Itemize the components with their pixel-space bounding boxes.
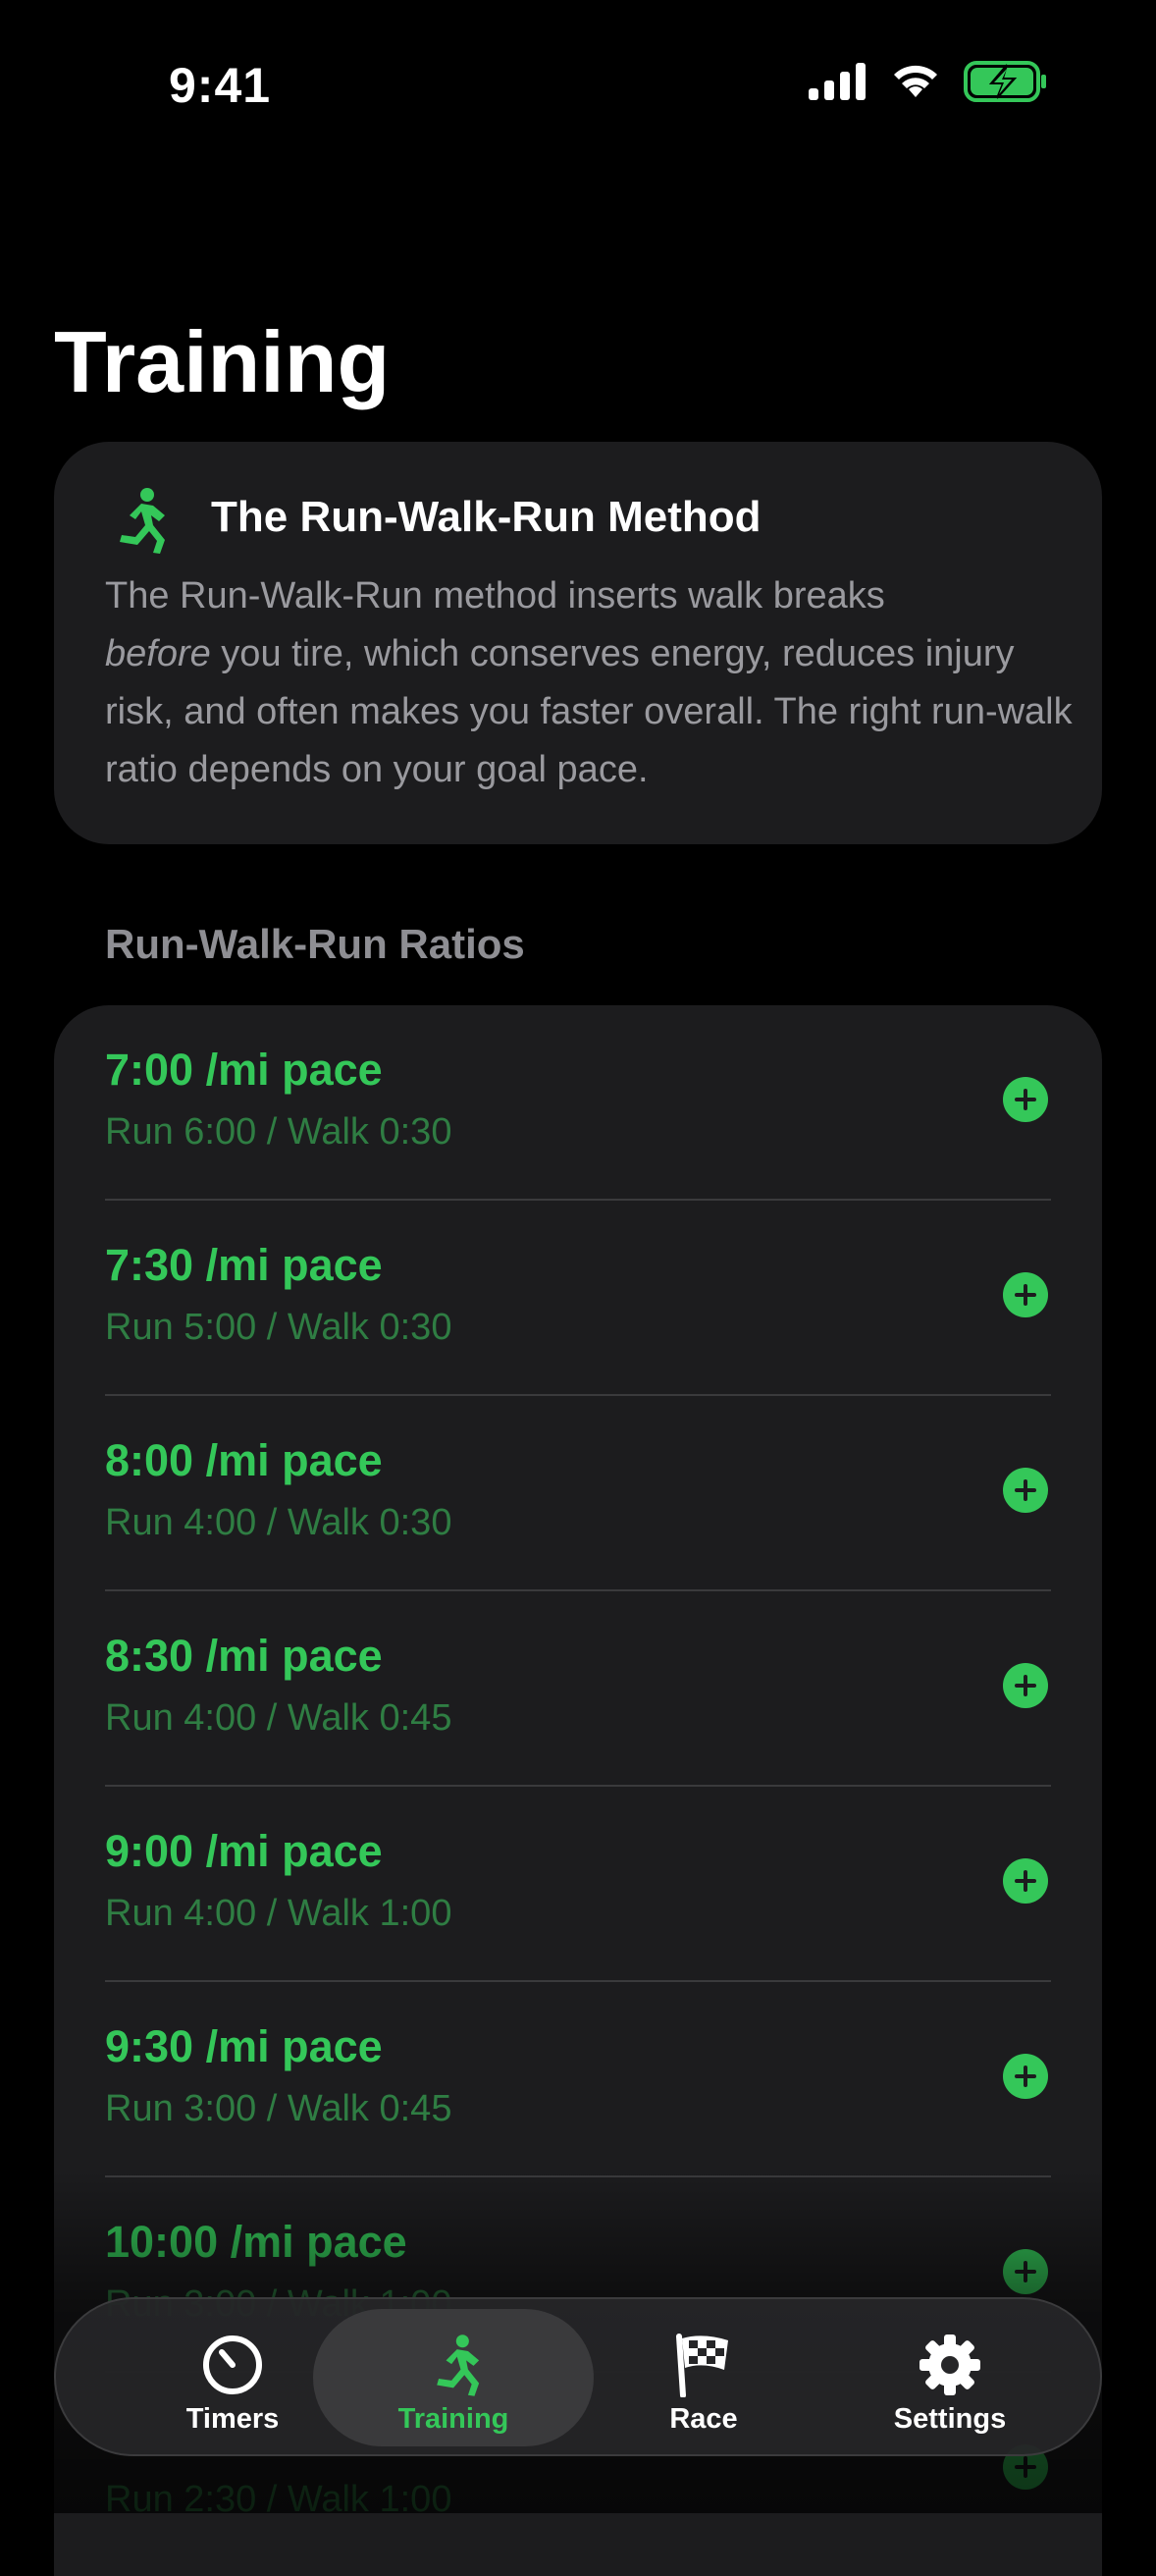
plus-icon xyxy=(1015,2261,1036,2282)
ratio-detail: Run 4:00 / Walk 0:30 xyxy=(105,1502,452,1543)
plus-icon xyxy=(1015,1284,1036,1306)
ratio-detail: Run 4:00 / Walk 0:45 xyxy=(105,1697,452,1739)
add-button[interactable] xyxy=(1003,2249,1048,2294)
info-body-line1: The Run-Walk-Run method inserts walk bre… xyxy=(105,575,885,617)
gear-icon xyxy=(918,2333,982,2397)
ratio-pace: 8:30 /mi pace xyxy=(105,1631,383,1681)
ratio-detail: Run 3:00 / Walk 0:45 xyxy=(105,2088,452,2129)
tab-race[interactable]: Race xyxy=(581,2309,826,2446)
status-bar: 9:41 xyxy=(0,0,1156,167)
ratio-row[interactable]: 8:00 /mi pace Run 4:00 / Walk 0:30 xyxy=(54,1396,1102,1591)
running-figure-icon xyxy=(120,488,165,554)
plus-icon xyxy=(1015,2456,1036,2478)
ratio-pace: 9:00 /mi pace xyxy=(105,1826,383,1876)
info-title: The Run-Walk-Run Method xyxy=(211,493,762,541)
ratio-row[interactable]: 7:30 /mi pace Run 5:00 / Walk 0:30 xyxy=(54,1201,1102,1396)
tab-label: Training xyxy=(397,2403,509,2435)
ratio-detail: Run 6:00 / Walk 0:30 xyxy=(105,1111,452,1153)
ratio-row[interactable]: 9:30 /mi pace Run 3:00 / Walk 0:45 xyxy=(54,1982,1102,2177)
add-button[interactable] xyxy=(1003,1663,1048,1708)
add-button[interactable] xyxy=(1003,1077,1048,1122)
ratio-pace: 10:00 /mi pace xyxy=(105,2217,407,2267)
add-button[interactable] xyxy=(1003,1272,1048,1317)
status-icons xyxy=(809,61,1048,102)
ratio-pace: 8:00 /mi pace xyxy=(105,1435,383,1485)
running-figure-icon xyxy=(426,2333,481,2397)
ratio-detail: Run 5:00 / Walk 0:30 xyxy=(105,1307,452,1348)
info-card: The Run-Walk-Run Method The Run-Walk-Run… xyxy=(54,442,1102,844)
plus-icon xyxy=(1015,1870,1036,1892)
ratio-row[interactable]: 8:30 /mi pace Run 4:00 / Walk 0:45 xyxy=(54,1591,1102,1787)
tab-bar: Timers Training Race Settings xyxy=(54,2297,1102,2456)
page-title: Training xyxy=(54,313,391,410)
add-button[interactable] xyxy=(1003,2054,1048,2099)
tab-training[interactable]: Training xyxy=(313,2309,594,2446)
ratio-pace: 9:30 /mi pace xyxy=(105,2021,383,2071)
tab-label: Settings xyxy=(893,2403,1007,2435)
battery-charging-icon xyxy=(964,61,1046,102)
add-button[interactable] xyxy=(1003,1468,1048,1513)
plus-icon xyxy=(1015,2066,1036,2087)
status-time: 9:41 xyxy=(169,58,272,113)
section-header: Run-Walk-Run Ratios xyxy=(105,921,525,967)
checkered-flag-icon xyxy=(673,2333,734,2397)
wifi-icon xyxy=(894,65,937,97)
cellular-signal-icon xyxy=(809,63,866,100)
info-body: The Run-Walk-Run method inserts walk bre… xyxy=(105,567,1077,799)
info-body-emphasis: before xyxy=(105,633,211,674)
ratio-row[interactable]: 7:00 /mi pace Run 6:00 / Walk 0:30 xyxy=(54,1005,1102,1201)
plus-icon xyxy=(1015,1089,1036,1110)
plus-icon xyxy=(1015,1675,1036,1696)
info-body-rest: you tire, which conserves energy, reduce… xyxy=(105,633,1073,790)
ratio-pace: 7:00 /mi pace xyxy=(105,1045,383,1095)
ratio-detail: Run 4:00 / Walk 1:00 xyxy=(105,1893,452,1934)
ratio-pace: 7:30 /mi pace xyxy=(105,1240,383,1290)
plus-icon xyxy=(1015,1479,1036,1501)
tab-settings[interactable]: Settings xyxy=(827,2309,1073,2446)
ratio-detail: Run 2:30 / Walk 1:00 xyxy=(105,2479,452,2520)
tab-label: Timers xyxy=(185,2403,280,2435)
add-button[interactable] xyxy=(1003,1858,1048,1904)
timer-icon xyxy=(200,2333,265,2397)
tab-label: Race xyxy=(669,2403,738,2435)
ratio-row[interactable]: 9:00 /mi pace Run 4:00 / Walk 1:00 xyxy=(54,1787,1102,1982)
